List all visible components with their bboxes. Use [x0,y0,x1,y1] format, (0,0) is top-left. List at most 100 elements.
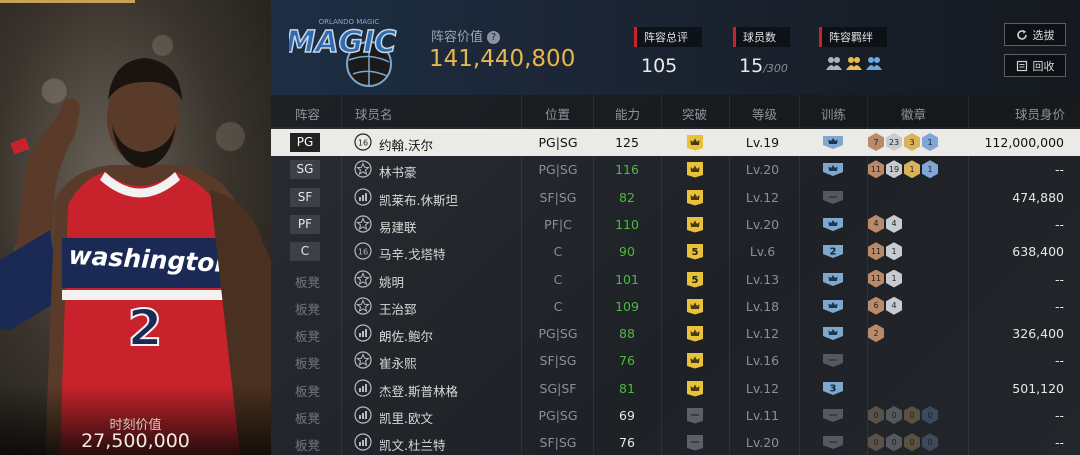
player-level: Lv.11 [745,408,780,423]
badge-hex-icon: 3 [904,133,920,151]
table-row[interactable]: 板凳 王治郅 C 109 Lv.18 6 4 -- [271,293,1080,320]
col-breakthrough[interactable]: 突破 [682,104,707,123]
lineup-panel: MAGIC ORLANDO MAGIC 阵容价值? 141,440,800 阵容… [271,0,1080,455]
table-row[interactable]: PF 易建联 PF|C 110 Lv.20 4 4 -- [271,211,1080,238]
badge-hex-icon: 11 [868,160,884,179]
badge-list[interactable]: 2 [868,324,884,343]
recycle-button-label: 回收 [1032,59,1055,73]
badge-list[interactable]: 64 [868,296,902,315]
badge-hex-icon: 1 [922,160,938,179]
moment-value: 27,500,000 [81,430,190,452]
player-value: -- [1054,162,1064,178]
bond-gold-icon[interactable] [845,55,863,71]
player-value: -- [1054,271,1064,287]
col-level[interactable]: 等级 [752,104,777,123]
team-logo-icon: MAGIC ORLANDO MAGIC [289,18,397,87]
badge-hex-icon: 0 [868,433,884,452]
col-badges[interactable]: 徽章 [901,104,926,123]
player-count-label: 球员数 [733,27,790,47]
player-level: Lv.16 [745,353,780,369]
badge-hex-icon: 0 [922,433,938,452]
player-value: -- [1054,216,1064,232]
player-card[interactable]: washington 2 时刻价值 27,500,000 [0,0,271,455]
table-row[interactable]: 板凳 杰登.斯普林格 SG|SF 81 Lv.12 3 501,120 [271,375,1080,402]
badge-hex-icon: 0 [886,433,902,452]
player-level: Lv.13 [745,271,780,287]
table-row[interactable]: 板凳 朗佐.鲍尔 PG|SG 88 Lv.12 2 326,400 [271,320,1080,347]
recycle-icon [1016,60,1027,71]
player-count-max: /300 [763,62,788,75]
player-value: -- [1054,353,1064,369]
badge-hex-icon: 0 [904,406,920,424]
training-empty-icon[interactable] [822,190,844,205]
svg-text:3: 3 [830,383,837,394]
player-level: Lv.6 [749,244,776,260]
training-crown-icon[interactable] [822,135,844,150]
badge-hex-icon: 0 [886,406,902,424]
bond-silver-icon[interactable] [825,55,843,71]
training-crown-icon[interactable] [822,217,844,232]
training-empty-icon[interactable] [822,353,844,368]
table-row[interactable]: 板凳 凯里.欧文 PG|SG 69 Lv.11 0 0 0 0 -- [271,402,1080,429]
table-row[interactable]: 板凳 凯文.杜兰特 SF|SG 76 Lv.20 0 0 0 0 -- [271,429,1080,455]
badge-hex-icon: 4 [886,214,902,233]
badge-hex-icon: 4 [868,214,884,233]
player-value: 638,400 [1012,244,1064,260]
select-button[interactable]: 选拔 [1004,23,1066,46]
badge-hex-icon: 1 [922,133,938,151]
lineup-rating-value: 105 [641,55,678,77]
player-count-value: 15 [739,55,764,77]
badge-hex-icon: 11 [868,269,884,288]
player-value: -- [1054,435,1064,451]
badge-list[interactable]: 11 1 [868,269,902,288]
player-count: 球员数 15/300 [733,26,790,77]
col-position[interactable]: 位置 [545,104,570,123]
bond-blue-icon[interactable] [865,55,883,71]
select-button-label: 选拔 [1032,28,1055,42]
badge-list[interactable]: 44 [868,214,902,233]
badge-hex-icon: 7 [868,133,884,151]
table-row[interactable]: SG 林书豪 PG|SG 116 Lv.20 11 19 1 1 -- [271,156,1080,183]
training-level-icon[interactable]: 3 [822,381,844,396]
lineup-rating-label: 阵容总评 [634,27,702,47]
badge-list[interactable]: 7 23 3 1 [868,133,938,151]
col-value[interactable]: 球员身价 [1015,104,1065,123]
badge-list[interactable]: 0000 [868,406,938,424]
col-name[interactable]: 球员名 [355,104,393,123]
player-value: -- [1054,298,1064,314]
badge-hex-icon: 4 [886,296,902,315]
training-empty-icon[interactable] [822,408,844,423]
col-ability[interactable]: 能力 [615,104,640,123]
training-empty-icon[interactable] [822,435,844,450]
badge-hex-icon: 6 [868,296,884,315]
lineup-header: MAGIC ORLANDO MAGIC 阵容价值? 141,440,800 阵容… [271,0,1080,95]
col-training[interactable]: 训练 [821,104,846,123]
table-row[interactable]: PG 16 约翰.沃尔 PG|SG 125 Lv.19 7 23 3 1 112,000,000 [271,129,1080,156]
lineup-value: 141,440,800 [429,46,576,72]
badge-list[interactable]: 0000 [868,433,938,452]
training-level-icon[interactable]: 2 [822,244,844,259]
player-level: Lv.20 [745,162,780,178]
badge-hex-icon: 0 [904,433,920,452]
col-pos[interactable]: 阵容 [295,104,320,123]
table-row[interactable]: 板凳 崔永熙 SF|SG 76 Lv.16 -- [271,347,1080,374]
training-crown-icon[interactable] [822,326,844,341]
table-header: 阵容 球员名 位置 能力 突破 等级 训练 徽章 球员身价 [271,95,1080,127]
training-crown-icon[interactable] [822,299,844,314]
player-level: Lv.19 [745,135,780,150]
table-row[interactable]: C 16 马辛.戈塔特 C 90 5 Lv.6 2 11 1 638,400 [271,238,1080,265]
table-row[interactable]: 板凳 姚明 C 101 5 Lv.13 11 1 -- [271,266,1080,293]
player-value: 326,400 [1012,326,1064,342]
training-crown-icon[interactable] [822,272,844,287]
player-level: Lv.12 [745,380,780,396]
badge-list[interactable]: 11 1 [868,242,902,261]
svg-text:ORLANDO MAGIC: ORLANDO MAGIC [319,18,380,26]
help-icon[interactable]: ? [487,31,501,44]
badge-hex-icon: 2 [868,324,884,343]
badge-list[interactable]: 11 19 1 1 [868,160,938,179]
training-crown-icon[interactable] [822,162,844,177]
table-row[interactable]: SF 凯莱布.休斯坦 SF|SG 82 Lv.12 474,880 [271,184,1080,211]
recycle-button[interactable]: 回收 [1004,54,1066,77]
badge-hex-icon: 19 [886,160,902,179]
player-level: Lv.20 [745,435,780,451]
